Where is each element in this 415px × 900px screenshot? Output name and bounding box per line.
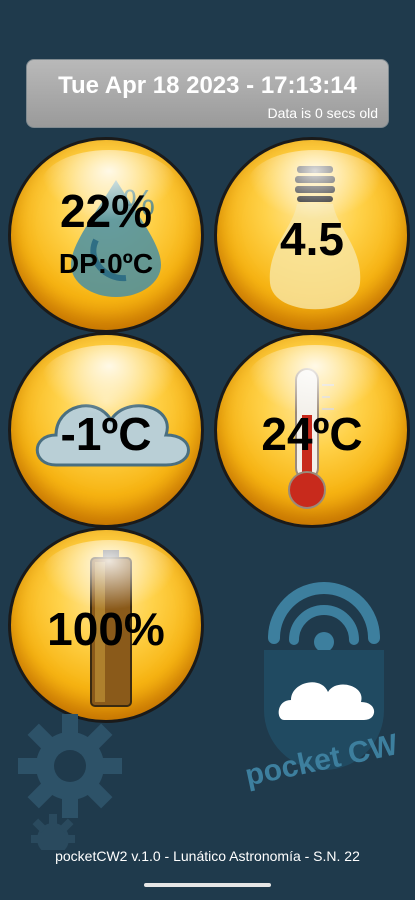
- settings-gear-icon[interactable]: [18, 714, 122, 818]
- dewpoint-value: DP:0ºC: [58, 248, 154, 279]
- date-time-label: Tue Apr 18 2023 - 17:13:14: [58, 72, 357, 99]
- sky-temperature-value: -1ºC: [60, 408, 152, 460]
- footer-text: pocketCW2 v.1.0 - Lunático Astronomía - …: [55, 848, 360, 864]
- temperature-tile[interactable]: 24ºC: [214, 332, 410, 528]
- home-indicator[interactable]: [144, 883, 271, 887]
- light-tile[interactable]: 4.5: [214, 137, 410, 333]
- humidity-tile[interactable]: % 22% DP:0ºC: [8, 137, 204, 333]
- battery-tile[interactable]: 100%: [8, 527, 204, 723]
- date-time-panel: Tue Apr 18 2023 - 17:13:14 Data is 0 sec…: [26, 59, 389, 128]
- humidity-value: 22%: [59, 185, 153, 237]
- data-age-label: Data is 0 secs old: [267, 105, 379, 121]
- light-value: 4.5: [280, 213, 344, 265]
- pocket-cw-logo: pocket CW: [242, 582, 401, 793]
- temperature-value: 24ºC: [261, 408, 363, 460]
- sky-temperature-tile[interactable]: -1ºC: [8, 332, 204, 528]
- small-gear-icon: [31, 814, 75, 850]
- battery-value: 100%: [47, 603, 165, 655]
